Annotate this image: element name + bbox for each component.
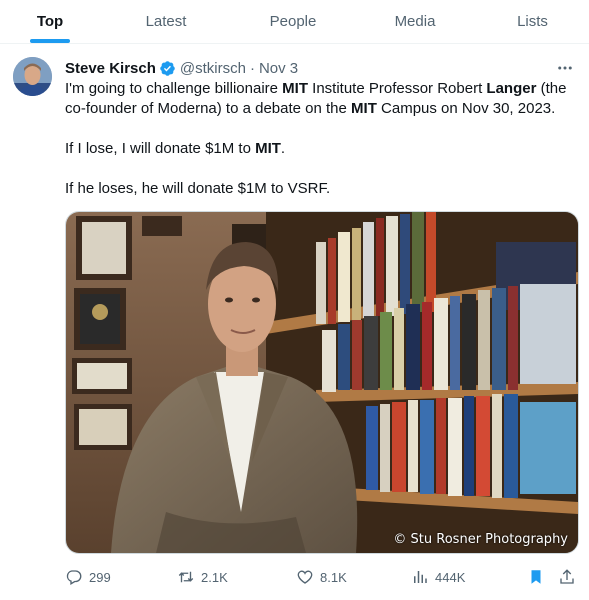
tab-media[interactable]: Media	[354, 0, 476, 43]
tab-latest-label: Latest	[145, 13, 187, 30]
bookmark-icon	[531, 570, 541, 584]
tab-lists-label: Lists	[517, 13, 548, 30]
tab-latest[interactable]: Latest	[100, 0, 232, 43]
views-count: 444K	[435, 569, 466, 585]
photo-illustration	[66, 212, 578, 553]
tweet-header: Steve Kirsch @stkirsch · Nov 3	[65, 58, 298, 78]
verified-badge-icon	[160, 60, 175, 76]
tab-top[interactable]: Top	[0, 0, 100, 43]
photo-credit: © Stu Rosner Photography	[393, 532, 568, 547]
share-icon	[560, 569, 574, 584]
tweet-paragraph-1: I'm going to challenge billionaire MIT I…	[65, 80, 567, 117]
tweet-date[interactable]: Nov 3	[259, 60, 298, 77]
like-count: 8.1K	[320, 569, 347, 585]
tab-people[interactable]: People	[232, 0, 354, 43]
author-avatar[interactable]	[13, 57, 52, 96]
reply-button[interactable]: 299	[65, 566, 111, 588]
active-tab-indicator	[30, 39, 70, 43]
author-handle[interactable]: @stkirsch	[180, 60, 246, 77]
reply-icon	[66, 570, 82, 585]
tab-top-label: Top	[36, 13, 64, 30]
retweet-icon	[178, 571, 194, 583]
tweet-text: I'm going to challenge billionaire MIT I…	[65, 79, 579, 219]
tweet-photo[interactable]: © Stu Rosner Photography	[65, 211, 579, 554]
tweet-actions: 299 2.1K 8.1K 444K	[65, 566, 579, 588]
share-button[interactable]	[558, 566, 582, 588]
retweet-button[interactable]: 2.1K	[177, 566, 228, 588]
like-button[interactable]: 8.1K	[296, 566, 347, 588]
tab-lists[interactable]: Lists	[476, 0, 589, 43]
tweet-paragraph-2: If I lose, I will donate $1M to MIT.	[65, 140, 286, 157]
retweet-count: 2.1K	[201, 569, 228, 585]
analytics-icon	[414, 571, 427, 583]
tab-people-label: People	[269, 13, 317, 30]
more-horizontal-icon[interactable]	[555, 58, 575, 78]
tab-media-label: Media	[394, 13, 436, 30]
heart-icon	[297, 570, 313, 584]
bookmark-button[interactable]	[527, 566, 551, 588]
author-name[interactable]: Steve Kirsch	[65, 60, 156, 77]
header-separator: ·	[249, 59, 255, 77]
views-button[interactable]: 444K	[411, 566, 465, 588]
reply-count: 299	[89, 569, 111, 585]
tweet-paragraph-3: If he loses, he will donate $1M to VSRF.	[65, 180, 331, 197]
timeline-tabs: Top Latest People Media Lists	[0, 0, 589, 44]
